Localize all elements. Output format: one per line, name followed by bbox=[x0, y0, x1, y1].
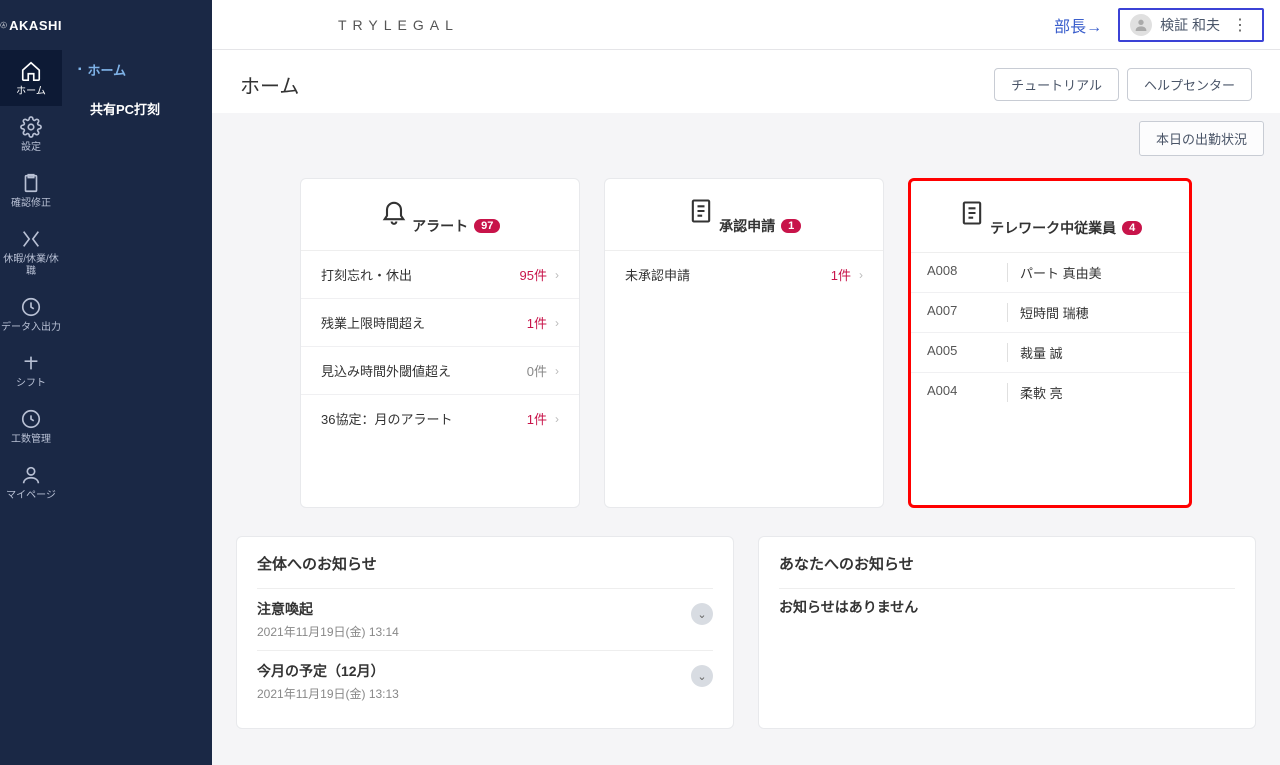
icon-rail: AKASHI ホーム 設定 確認修正 休暇/休業/休職 データ入出力 シフト bbox=[0, 0, 62, 765]
more-icon[interactable]: ⋮ bbox=[1228, 15, 1252, 35]
clipboard-icon bbox=[20, 172, 42, 194]
alert-row-overtime-exceed[interactable]: 残業上限時間超え 1件 › bbox=[301, 299, 579, 347]
app-logo[interactable]: AKASHI bbox=[0, 0, 62, 50]
notices-you: あなたへのお知らせ お知らせはありません bbox=[758, 536, 1256, 729]
leave-icon bbox=[20, 228, 42, 250]
notice-item[interactable]: 今月の予定（12月） 2021年11月19日(金) 13:13 ⌄ bbox=[257, 650, 713, 712]
card-alerts: アラート 97 打刻忘れ・休出 95件 › 残業上限時間超え 1件 › bbox=[300, 178, 580, 508]
user-icon bbox=[20, 464, 42, 486]
sub-sidebar: ホーム 共有PC打刻 bbox=[62, 0, 212, 765]
document-icon bbox=[687, 197, 715, 225]
notices-all-heading: 全体へのお知らせ bbox=[257, 553, 713, 574]
avatar-icon bbox=[1130, 14, 1152, 36]
chevron-right-icon: › bbox=[555, 412, 559, 426]
cards-row: アラート 97 打刻忘れ・休出 95件 › 残業上限時間超え 1件 › bbox=[220, 168, 1272, 536]
bell-icon bbox=[380, 197, 408, 225]
alerts-count-badge: 97 bbox=[474, 219, 500, 233]
card-alerts-header: アラート 97 bbox=[301, 179, 579, 251]
today-attendance-button[interactable]: 本日の出勤状況 bbox=[1139, 121, 1264, 156]
card-approvals: 承認申請 1 未承認申請 1件 › bbox=[604, 178, 884, 508]
approval-row-unapproved[interactable]: 未承認申請 1件 › bbox=[605, 251, 883, 298]
chevron-right-icon: › bbox=[555, 316, 559, 330]
user-menu[interactable]: 検証 和夫 ⋮ bbox=[1118, 8, 1264, 42]
rail-manhours[interactable]: 工数管理 bbox=[0, 398, 62, 454]
tutorial-button[interactable]: チュートリアル bbox=[994, 68, 1119, 101]
document-icon bbox=[958, 199, 986, 227]
card-approvals-header: 承認申請 1 bbox=[605, 179, 883, 251]
page-header: ホーム チュートリアル ヘルプセンター bbox=[212, 50, 1280, 113]
notices-you-empty: お知らせはありません bbox=[779, 588, 1235, 625]
page-title: ホーム bbox=[240, 70, 299, 99]
chevron-right-icon: › bbox=[859, 268, 863, 282]
topbar-brand: TRYLEGAL bbox=[338, 17, 459, 33]
telework-row[interactable]: A005 裁量 誠 bbox=[911, 333, 1189, 373]
rail-confirm[interactable]: 確認修正 bbox=[0, 162, 62, 218]
chevron-right-icon: › bbox=[555, 364, 559, 378]
rail-data-io[interactable]: データ入出力 bbox=[0, 286, 62, 342]
content: 本日の出勤状況 アラート 97 打刻忘れ・休出 95件 bbox=[212, 113, 1280, 765]
card-telework-header: テレワーク中従業員 4 bbox=[911, 181, 1189, 253]
notices-row: 全体へのお知らせ 注意喚起 2021年11月19日(金) 13:14 ⌄ 今月の… bbox=[220, 536, 1272, 729]
alerts-title: アラート bbox=[412, 216, 468, 236]
sub-sidebar-shared-pc[interactable]: 共有PC打刻 bbox=[62, 89, 212, 128]
topbar: TRYLEGAL 部長→ 検証 和夫 ⋮ bbox=[212, 0, 1280, 50]
chevron-right-icon: › bbox=[555, 268, 559, 282]
data-io-icon bbox=[20, 296, 42, 318]
chevron-down-icon: ⌄ bbox=[691, 665, 713, 687]
username: 検証 和夫 bbox=[1160, 15, 1220, 35]
clock-icon bbox=[20, 408, 42, 430]
main-area: TRYLEGAL 部長→ 検証 和夫 ⋮ ホーム チュートリアル ヘルプセンター… bbox=[212, 0, 1280, 765]
rail-shift[interactable]: シフト bbox=[0, 342, 62, 398]
telework-row[interactable]: A007 短時間 瑞穂 bbox=[911, 293, 1189, 333]
rail-home[interactable]: ホーム bbox=[0, 50, 62, 106]
notice-item[interactable]: 注意喚起 2021年11月19日(金) 13:14 ⌄ bbox=[257, 588, 713, 650]
telework-row[interactable]: A008 パート 真由美 bbox=[911, 253, 1189, 293]
notices-all: 全体へのお知らせ 注意喚起 2021年11月19日(金) 13:14 ⌄ 今月の… bbox=[236, 536, 734, 729]
notices-you-heading: あなたへのお知らせ bbox=[779, 553, 1235, 574]
home-icon bbox=[20, 60, 42, 82]
shift-icon bbox=[20, 352, 42, 374]
card-telework: テレワーク中従業員 4 A008 パート 真由美 A007 短時間 瑞穂 A00… bbox=[908, 178, 1192, 508]
rail-settings[interactable]: 設定 bbox=[0, 106, 62, 162]
telework-count-badge: 4 bbox=[1122, 221, 1142, 235]
telework-row[interactable]: A004 柔軟 亮 bbox=[911, 373, 1189, 412]
approvals-count-badge: 1 bbox=[781, 219, 801, 233]
rail-leave[interactable]: 休暇/休業/休職 bbox=[0, 218, 62, 286]
rail-mypage[interactable]: マイページ bbox=[0, 454, 62, 510]
alert-row-36-monthly[interactable]: 36協定：月のアラート 1件 › bbox=[301, 395, 579, 442]
alert-row-threshold-exceed[interactable]: 見込み時間外閾値超え 0件 › bbox=[301, 347, 579, 395]
alert-row-missed-punch[interactable]: 打刻忘れ・休出 95件 › bbox=[301, 251, 579, 299]
sub-sidebar-home[interactable]: ホーム bbox=[62, 50, 212, 89]
help-center-button[interactable]: ヘルプセンター bbox=[1127, 68, 1252, 101]
gear-icon bbox=[20, 116, 42, 138]
approvals-title: 承認申請 bbox=[719, 216, 775, 236]
role-switcher[interactable]: 部長→ bbox=[1054, 13, 1102, 37]
chevron-down-icon: ⌄ bbox=[691, 603, 713, 625]
telework-title: テレワーク中従業員 bbox=[990, 218, 1116, 238]
